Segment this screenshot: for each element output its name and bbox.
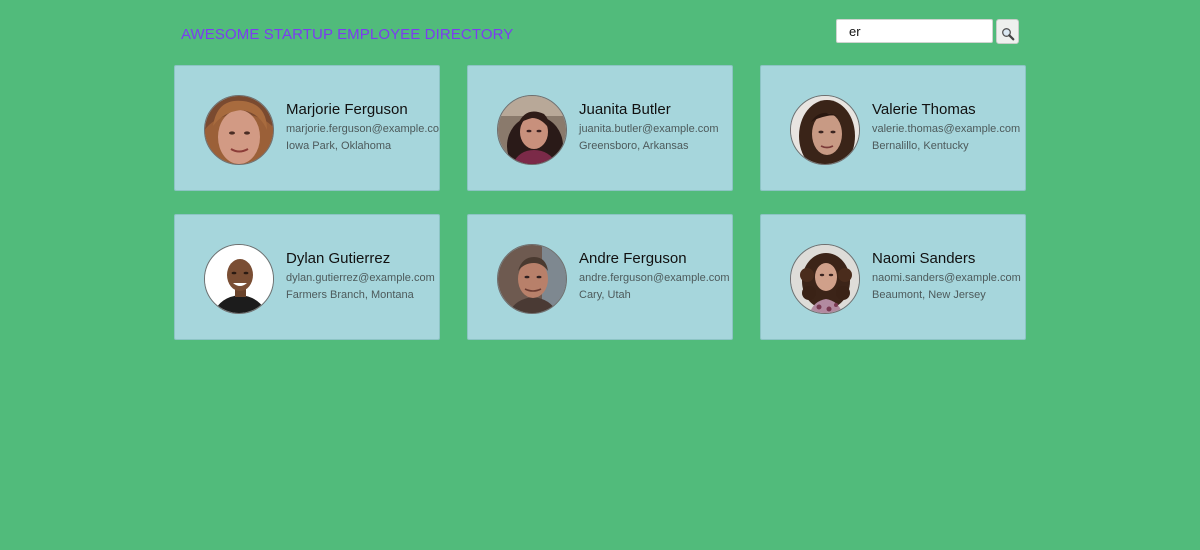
employee-location: Greensboro, Arkansas xyxy=(579,140,689,152)
employee-card[interactable]: Marjorie Ferguson marjorie.ferguson@exam… xyxy=(174,65,440,191)
employee-name: Naomi Sanders xyxy=(872,250,976,267)
employee-location: Bernalillo, Kentucky xyxy=(872,140,969,152)
employee-email: dylan.gutierrez@example.com xyxy=(286,272,435,284)
employee-card[interactable]: Andre Ferguson andre.ferguson@example.co… xyxy=(467,214,733,340)
employee-email: valerie.thomas@example.com xyxy=(872,123,1021,135)
page-title: AWESOME STARTUP EMPLOYEE DIRECTORY xyxy=(181,26,514,43)
employee-email: andre.ferguson@example.com xyxy=(579,272,730,284)
employee-email: naomi.sanders@example.com xyxy=(872,272,1021,284)
employee-name: Valerie Thomas xyxy=(872,101,976,118)
employee-info: Valerie Thomas valerie.thomas@example.co… xyxy=(872,100,1025,155)
employee-photo xyxy=(497,95,567,165)
employee-info: Dylan Gutierrez dylan.gutierrez@example.… xyxy=(286,249,439,304)
employee-photo xyxy=(204,244,274,314)
employee-card[interactable]: Naomi Sanders naomi.sanders@example.com … xyxy=(760,214,1026,340)
employee-email: juanita.butler@example.com xyxy=(579,123,719,135)
employee-location: Cary, Utah xyxy=(579,289,631,301)
employee-name: Marjorie Ferguson xyxy=(286,101,408,118)
employee-location: Beaumont, New Jersey xyxy=(872,289,986,301)
magnifier-icon xyxy=(1001,28,1014,41)
employee-info: Naomi Sanders naomi.sanders@example.com … xyxy=(872,249,1025,304)
employee-name: Dylan Gutierrez xyxy=(286,250,391,267)
employee-info: Andre Ferguson andre.ferguson@example.co… xyxy=(579,249,732,304)
employee-photo xyxy=(790,95,860,165)
employee-card[interactable]: Dylan Gutierrez dylan.gutierrez@example.… xyxy=(174,214,440,340)
employee-card[interactable]: Juanita Butler juanita.butler@example.co… xyxy=(467,65,733,191)
employee-name: Juanita Butler xyxy=(579,101,671,118)
search-button[interactable] xyxy=(996,19,1019,44)
employee-photo xyxy=(497,244,567,314)
employee-email: marjorie.ferguson@example.com xyxy=(286,123,440,135)
employee-photo xyxy=(204,95,274,165)
search-input[interactable] xyxy=(836,19,993,43)
employee-info: Marjorie Ferguson marjorie.ferguson@exam… xyxy=(286,100,440,155)
employee-card[interactable]: Valerie Thomas valerie.thomas@example.co… xyxy=(760,65,1026,191)
employee-info: Juanita Butler juanita.butler@example.co… xyxy=(579,100,732,155)
employee-location: Farmers Branch, Montana xyxy=(286,289,414,301)
employee-location: Iowa Park, Oklahoma xyxy=(286,140,392,152)
employee-photo xyxy=(790,244,860,314)
page-header: AWESOME STARTUP EMPLOYEE DIRECTORY xyxy=(174,18,1026,52)
employee-name: Andre Ferguson xyxy=(579,250,687,267)
search-form xyxy=(836,19,1020,45)
